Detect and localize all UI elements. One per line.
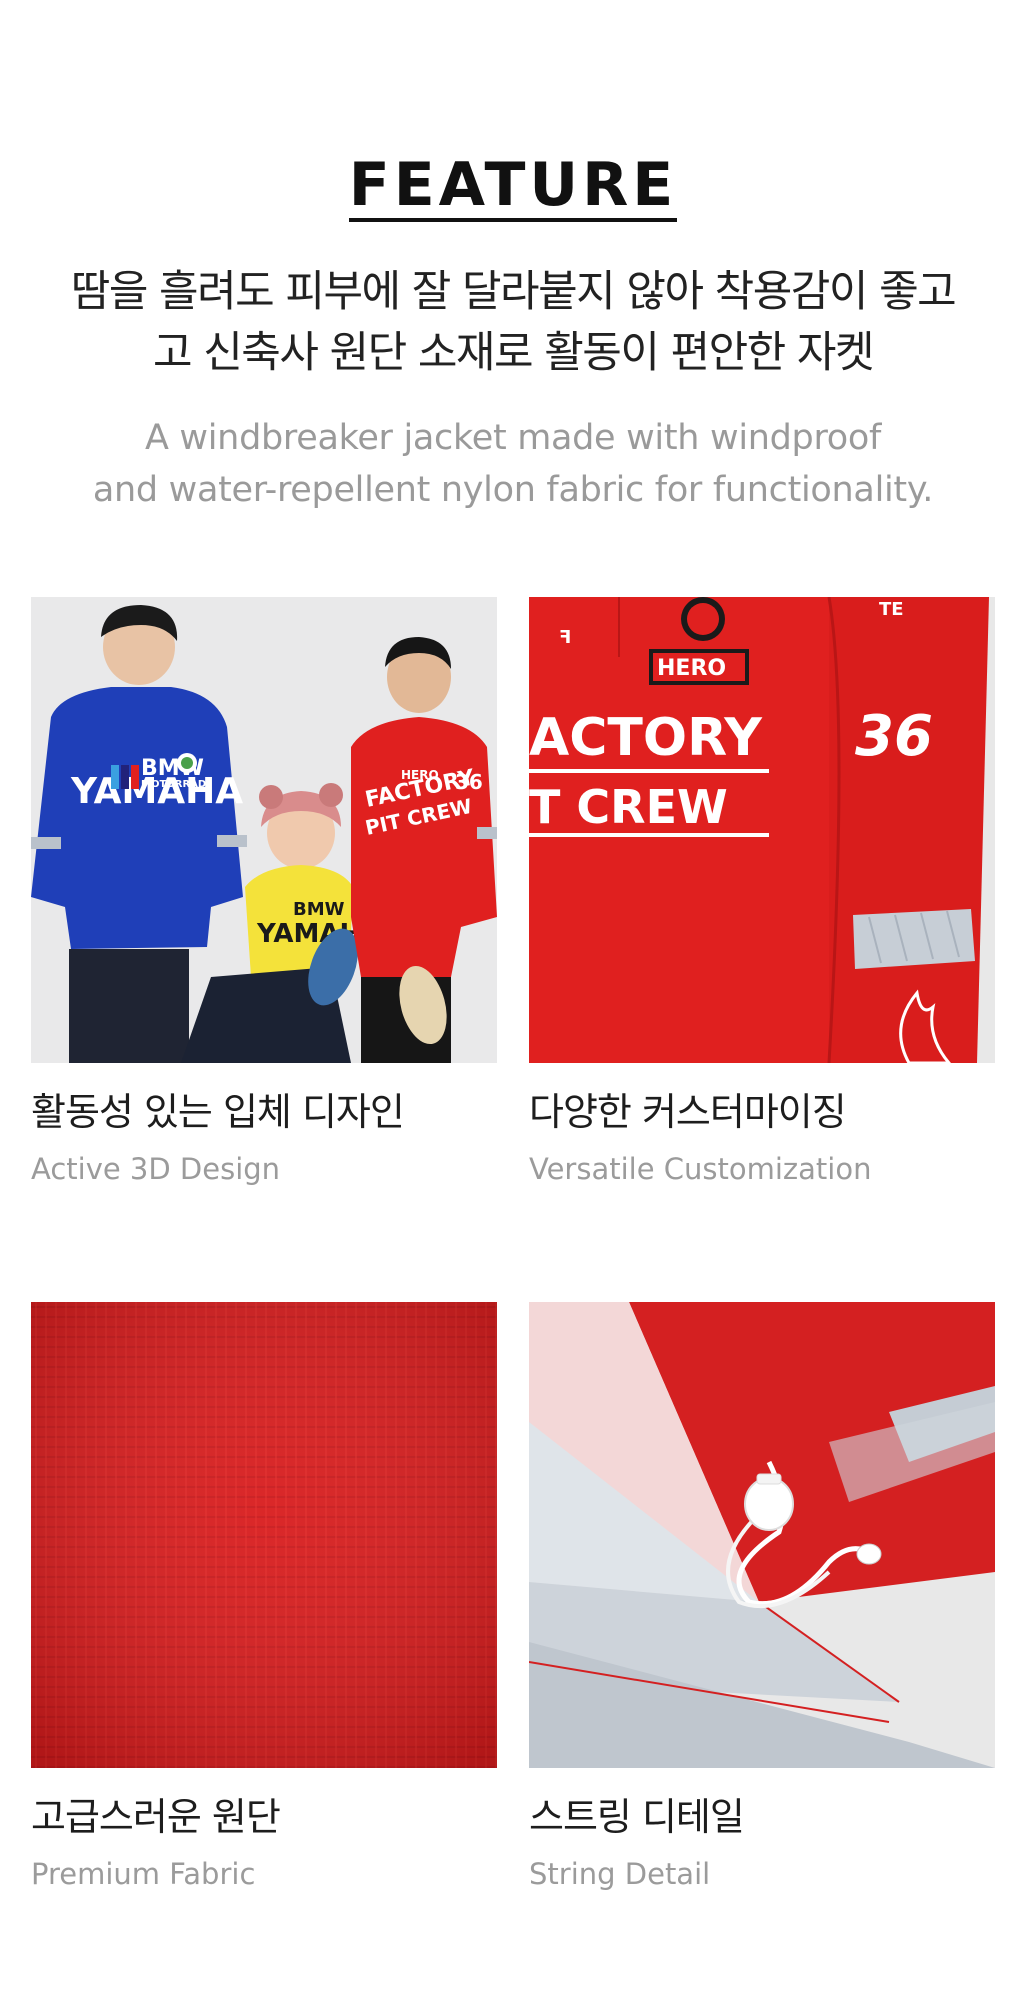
feature-card-active-design: YAMAHA BMW MOTORRAD YAMAH BMW FACTORY PI… [31, 597, 497, 1187]
headline-korean: 땀을 흘려도 피부에 잘 달라붙지 않아 착용감이 좋고 고 신축사 원단 소재… [20, 262, 1006, 384]
fabric-texture-photo [31, 1302, 497, 1768]
feature-heading: FEATURE [348, 150, 678, 222]
models-photo: YAMAHA BMW MOTORRAD YAMAH BMW FACTORY PI… [31, 597, 497, 1063]
feature-card-premium-fabric: 고급스러운 원단 Premium Fabric [31, 1302, 497, 1892]
svg-text:BMW: BMW [293, 899, 345, 920]
svg-text:TE: TE [879, 599, 904, 620]
card-label-korean: 다양한 커스터마이징 [529, 1090, 847, 1134]
headline-english-line-1: A windbreaker jacket made with windproof [144, 418, 882, 458]
section-title: FEATURE [0, 152, 1026, 222]
headline-english-line-2: and water-repellent nylon fabric for fun… [92, 470, 934, 510]
headline-korean-line-2: 고 신축사 원단 소재로 활동이 편안한 자켓 [152, 328, 875, 378]
card-label-korean: 고급스러운 원단 [31, 1795, 281, 1839]
card-label-korean: 스트링 디테일 [529, 1795, 745, 1839]
svg-text:HERO: HERO [401, 768, 439, 782]
svg-text:36: 36 [455, 770, 483, 794]
svg-text:T CREW: T CREW [529, 780, 728, 834]
card-label-korean: 활동성 있는 입체 디자인 [31, 1090, 405, 1134]
headline-korean-line-1: 땀을 흘려도 피부에 잘 달라붙지 않아 착용감이 좋고 [70, 267, 957, 317]
drawstring-photo [529, 1302, 995, 1768]
headline-english: A windbreaker jacket made with windproof… [20, 412, 1006, 516]
svg-text:ACTORY: ACTORY [529, 708, 763, 768]
svg-text:MOTORRAD: MOTORRAD [141, 779, 206, 790]
feature-card-string-detail: 스트링 디테일 String Detail [529, 1302, 995, 1892]
svg-text:HERO: HERO [657, 656, 726, 681]
feature-card-customization: HERO ꟻ ACTORY T CREW 36 TE 다양한 커스터마이징 Ve… [529, 597, 995, 1187]
svg-text:ꟻ: ꟻ [559, 627, 571, 648]
card-label-english: Premium Fabric [31, 1857, 256, 1891]
svg-text:36: 36 [855, 704, 933, 769]
jacket-print-photo: HERO ꟻ ACTORY T CREW 36 TE [529, 597, 995, 1063]
card-label-english: Versatile Customization [529, 1152, 872, 1186]
card-label-english: String Detail [529, 1857, 711, 1891]
card-label-english: Active 3D Design [31, 1152, 281, 1186]
